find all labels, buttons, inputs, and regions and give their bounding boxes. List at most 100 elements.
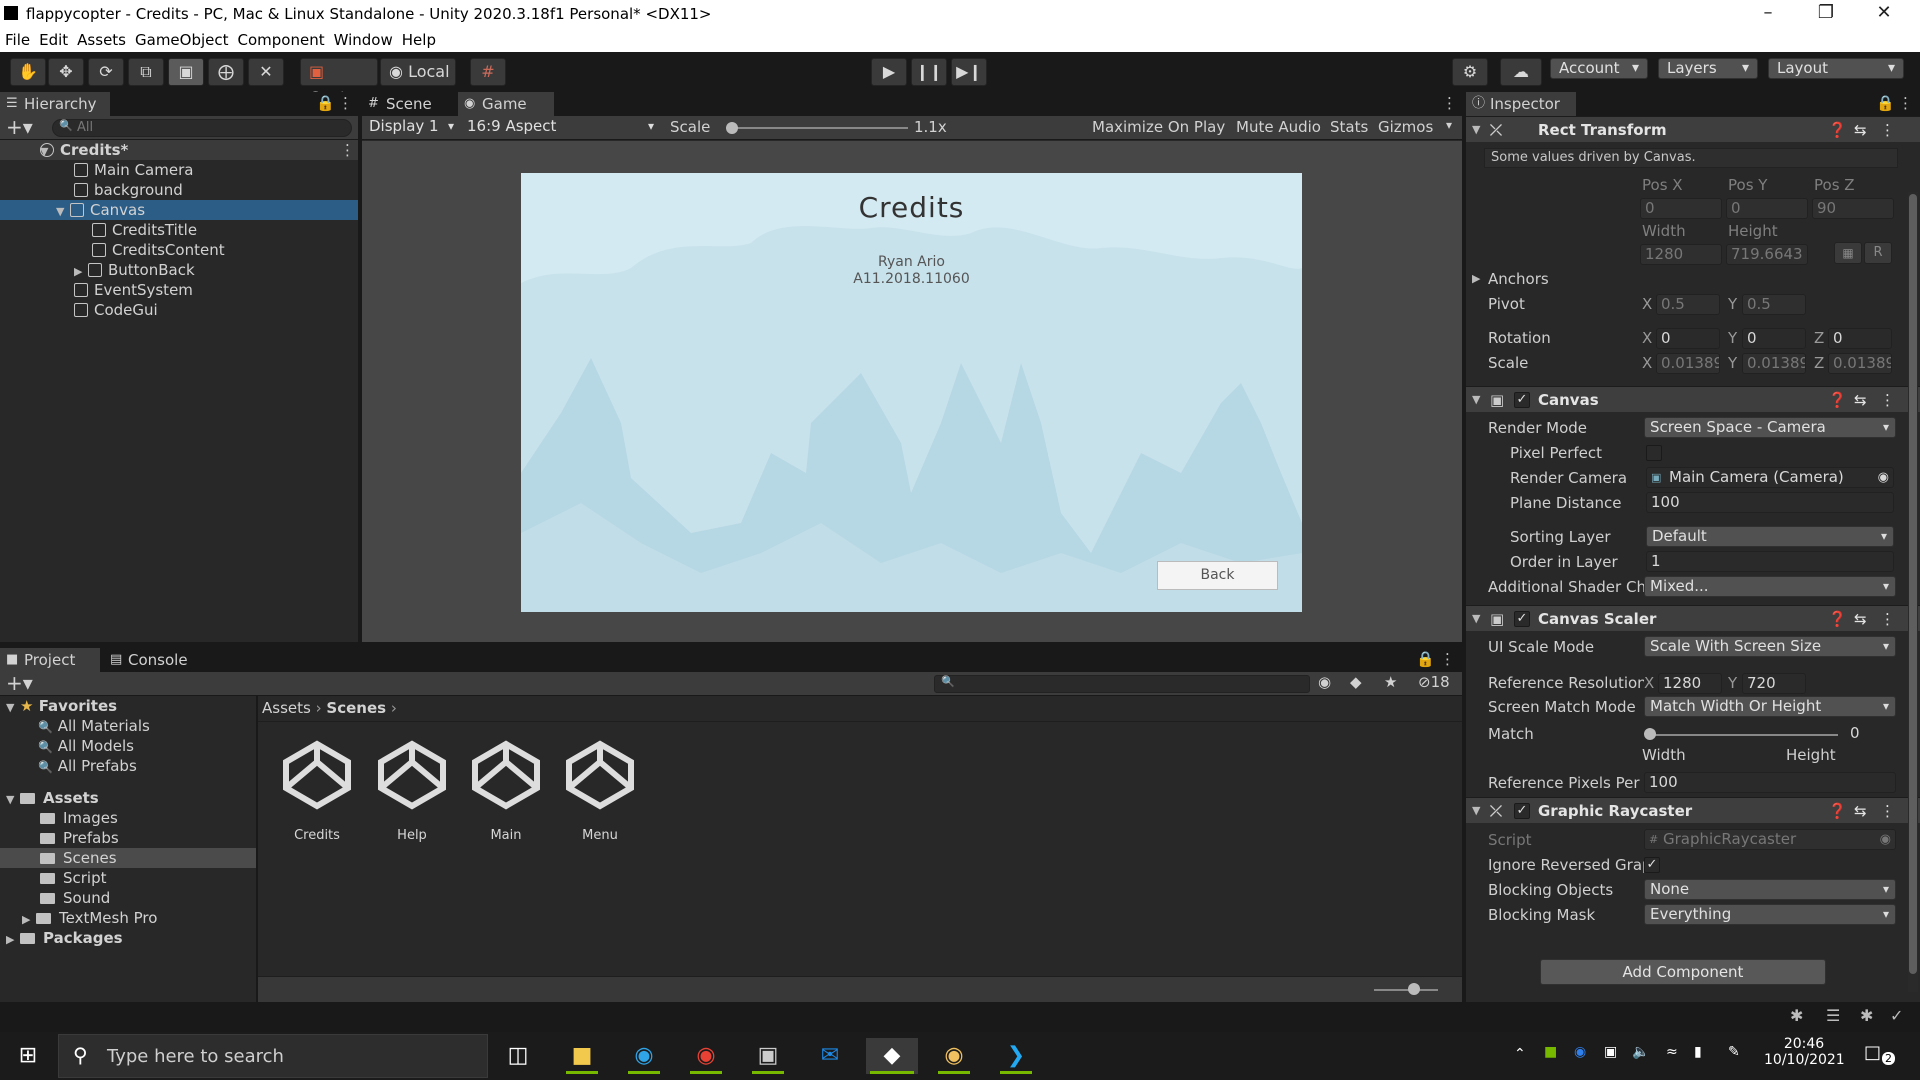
collapse-arrow-icon[interactable]: ▶ — [6, 930, 20, 950]
help-icon[interactable]: ❓ — [1828, 606, 1847, 632]
scale-tool-icon[interactable]: ⧉ — [128, 58, 164, 86]
scene-row[interactable]: ▼ Credits* ⋮ — [0, 140, 358, 160]
notification-icon[interactable]: □ 2 — [1864, 1042, 1895, 1070]
collapse-arrow-icon[interactable]: ▼ — [1472, 606, 1480, 632]
favorite-all-materials[interactable]: 🔍 All Materials — [0, 716, 256, 736]
canvas-scaler-header[interactable]: ▼ ▣ ✓ Canvas Scaler ❓ ⇆ ⋮ — [1466, 605, 1920, 631]
preset-icon[interactable]: ⇆ — [1854, 606, 1867, 632]
cloud-icon[interactable]: ☁ — [1500, 58, 1542, 86]
favorites-row[interactable]: ▼ ★ Favorites — [0, 696, 256, 716]
grid-snap-icon[interactable]: # — [470, 58, 506, 86]
task-view-icon[interactable]: ◫ — [498, 1038, 538, 1074]
rotation-x-field[interactable]: 0 — [1656, 328, 1720, 349]
chrome-icon[interactable]: ◉ — [686, 1038, 726, 1074]
component-menu-icon[interactable]: ⋮ — [1880, 798, 1895, 824]
expand-arrow-icon[interactable]: ▼ — [6, 698, 20, 718]
debug-mode-icon[interactable]: ✱ — [1860, 1006, 1873, 1025]
folder-textmesh-pro[interactable]: ▶ TextMesh Pro — [0, 908, 256, 928]
render-mode-dropdown[interactable]: Screen Space - Camera — [1644, 417, 1896, 438]
rotation-y-field[interactable]: 0 — [1742, 328, 1806, 349]
collapse-arrow-icon[interactable]: ▼ — [1472, 387, 1480, 413]
move-tool-icon[interactable]: ✥ — [48, 58, 84, 86]
raw-edit-button[interactable]: R — [1864, 242, 1892, 264]
gizmos-dropdown-icon[interactable]: ▾ — [1446, 118, 1452, 132]
edge-icon[interactable]: ◉ — [624, 1038, 664, 1074]
pivot-x-field[interactable]: 0.5 — [1656, 294, 1720, 315]
hand-tool-icon[interactable]: ✋ — [10, 58, 46, 86]
step-button[interactable]: ▶❙ — [951, 58, 987, 86]
object-picker-icon[interactable]: ◉ — [1878, 468, 1889, 487]
cache-icon[interactable]: ☰ — [1826, 1006, 1840, 1025]
kebab-menu-icon[interactable]: ⋮ — [338, 94, 353, 112]
pivot-local-button[interactable]: ◉ Local — [380, 58, 456, 86]
tab-game[interactable]: ◉ Game — [458, 92, 554, 116]
tray-device-icon[interactable]: ▣ — [1604, 1044, 1617, 1060]
blocking-objects-dropdown[interactable]: None — [1644, 879, 1896, 900]
menu-window[interactable]: Window — [329, 28, 397, 49]
lock-icon[interactable]: 🔒 — [316, 94, 335, 112]
menu-assets[interactable]: Assets — [72, 28, 130, 49]
nvidia-icon[interactable]: ■ — [1544, 1044, 1557, 1060]
assets-row[interactable]: ▼ Assets — [0, 788, 256, 808]
filter-label-icon[interactable]: ◆ — [1350, 673, 1362, 691]
tab-hierarchy[interactable]: ☰ Hierarchy — [0, 92, 110, 116]
restore-button[interactable]: ❐ — [1798, 0, 1854, 28]
pos-z-field[interactable]: 90 — [1812, 198, 1894, 219]
folder-scenes[interactable]: Scenes — [0, 848, 256, 868]
menu-file[interactable]: File — [0, 28, 34, 49]
gizmos-toggle[interactable]: Gizmos — [1378, 118, 1433, 136]
hierarchy-search-input[interactable]: 🔍 All — [52, 119, 352, 137]
menu-gameobject[interactable]: GameObject — [130, 28, 233, 49]
menu-edit[interactable]: Edit — [34, 28, 72, 49]
clock[interactable]: 20:46 10/10/2021 — [1764, 1036, 1845, 1068]
project-search-input[interactable]: 🔍 — [934, 675, 1310, 693]
game-viewport[interactable]: Credits Ryan Ario A11.2018.11060 Back — [362, 141, 1462, 642]
expand-arrow-icon[interactable]: ▼ — [6, 790, 20, 810]
hierarchy-item-canvas[interactable]: ▼ Canvas — [0, 200, 358, 220]
layout-dropdown[interactable]: Layout — [1768, 58, 1904, 79]
file-explorer-icon[interactable]: ■ — [562, 1038, 602, 1074]
collapse-arrow-icon[interactable]: ▼ — [1472, 117, 1480, 143]
collapse-arrow-icon[interactable]: ▶ — [22, 910, 36, 930]
volume-icon[interactable]: 🔈 — [1632, 1044, 1649, 1060]
inspector-scrollbar-thumb[interactable] — [1909, 194, 1917, 974]
pivot-y-field[interactable]: 0.5 — [1742, 294, 1806, 315]
custom-tool-icon[interactable]: ✕ — [248, 58, 284, 86]
canvas-header[interactable]: ▼ ▣ ✓ Canvas ❓ ⇆ ⋮ — [1466, 386, 1920, 412]
lock-icon[interactable]: 🔒 — [1876, 94, 1895, 112]
scene-kebab-icon[interactable]: ⋮ — [340, 140, 355, 160]
anchors-row[interactable]: ▶ Anchors — [1466, 268, 1920, 290]
unity-icon[interactable]: ◆ — [866, 1038, 918, 1074]
hierarchy-item-codegui[interactable]: CodeGui — [0, 300, 358, 320]
transform-tool-icon[interactable]: ⨁ — [208, 58, 244, 86]
pivot-center-button[interactable]: ▣ Center — [300, 58, 378, 107]
windows-start-icon[interactable]: ⊞ — [8, 1038, 48, 1074]
match-slider-thumb[interactable] — [1644, 728, 1656, 740]
vscode-icon[interactable]: ❯ — [996, 1038, 1036, 1074]
stats-toggle[interactable]: Stats — [1330, 118, 1368, 136]
expand-arrow-icon[interactable]: ▼ — [0, 142, 48, 162]
reference-y-field[interactable]: 720 — [1742, 673, 1806, 694]
collapse-arrow-icon[interactable]: ▶ — [74, 262, 88, 282]
favorite-all-models[interactable]: 🔍 All Models — [0, 736, 256, 756]
lock-icon[interactable]: 🔒 — [1416, 650, 1435, 668]
breadcrumb-assets[interactable]: Assets — [262, 699, 311, 717]
taskbar-search-input[interactable]: ⚲ Type here to search — [58, 1034, 488, 1078]
splitter[interactable] — [256, 696, 258, 1002]
scale-x-field[interactable]: 0.01389 — [1656, 353, 1720, 374]
hierarchy-item-buttonback[interactable]: ▶ ButtonBack — [0, 260, 358, 280]
graphic-raycaster-header[interactable]: ▼ ⤫ ✓ Graphic Raycaster ❓ ⇆ ⋮ — [1466, 797, 1920, 823]
maximize-on-play-toggle[interactable]: Maximize On Play — [1092, 118, 1225, 136]
bug-icon[interactable]: ✱ — [1790, 1006, 1803, 1025]
back-button[interactable]: Back — [1157, 561, 1278, 590]
layers-dropdown[interactable]: Layers — [1658, 58, 1758, 79]
add-icon[interactable]: +▾ — [6, 116, 33, 138]
scale-z-field[interactable]: 0.01389 — [1828, 353, 1892, 374]
pos-y-field[interactable]: 0 — [1726, 198, 1808, 219]
folder-sound[interactable]: Sound — [0, 888, 256, 908]
folder-script[interactable]: Script — [0, 868, 256, 888]
help-icon[interactable]: ❓ — [1828, 117, 1847, 143]
height-field[interactable]: 719.6643 — [1726, 244, 1808, 265]
tray-app-icon[interactable]: ◉ — [1574, 1044, 1586, 1060]
preset-icon[interactable]: ⇆ — [1854, 117, 1867, 143]
